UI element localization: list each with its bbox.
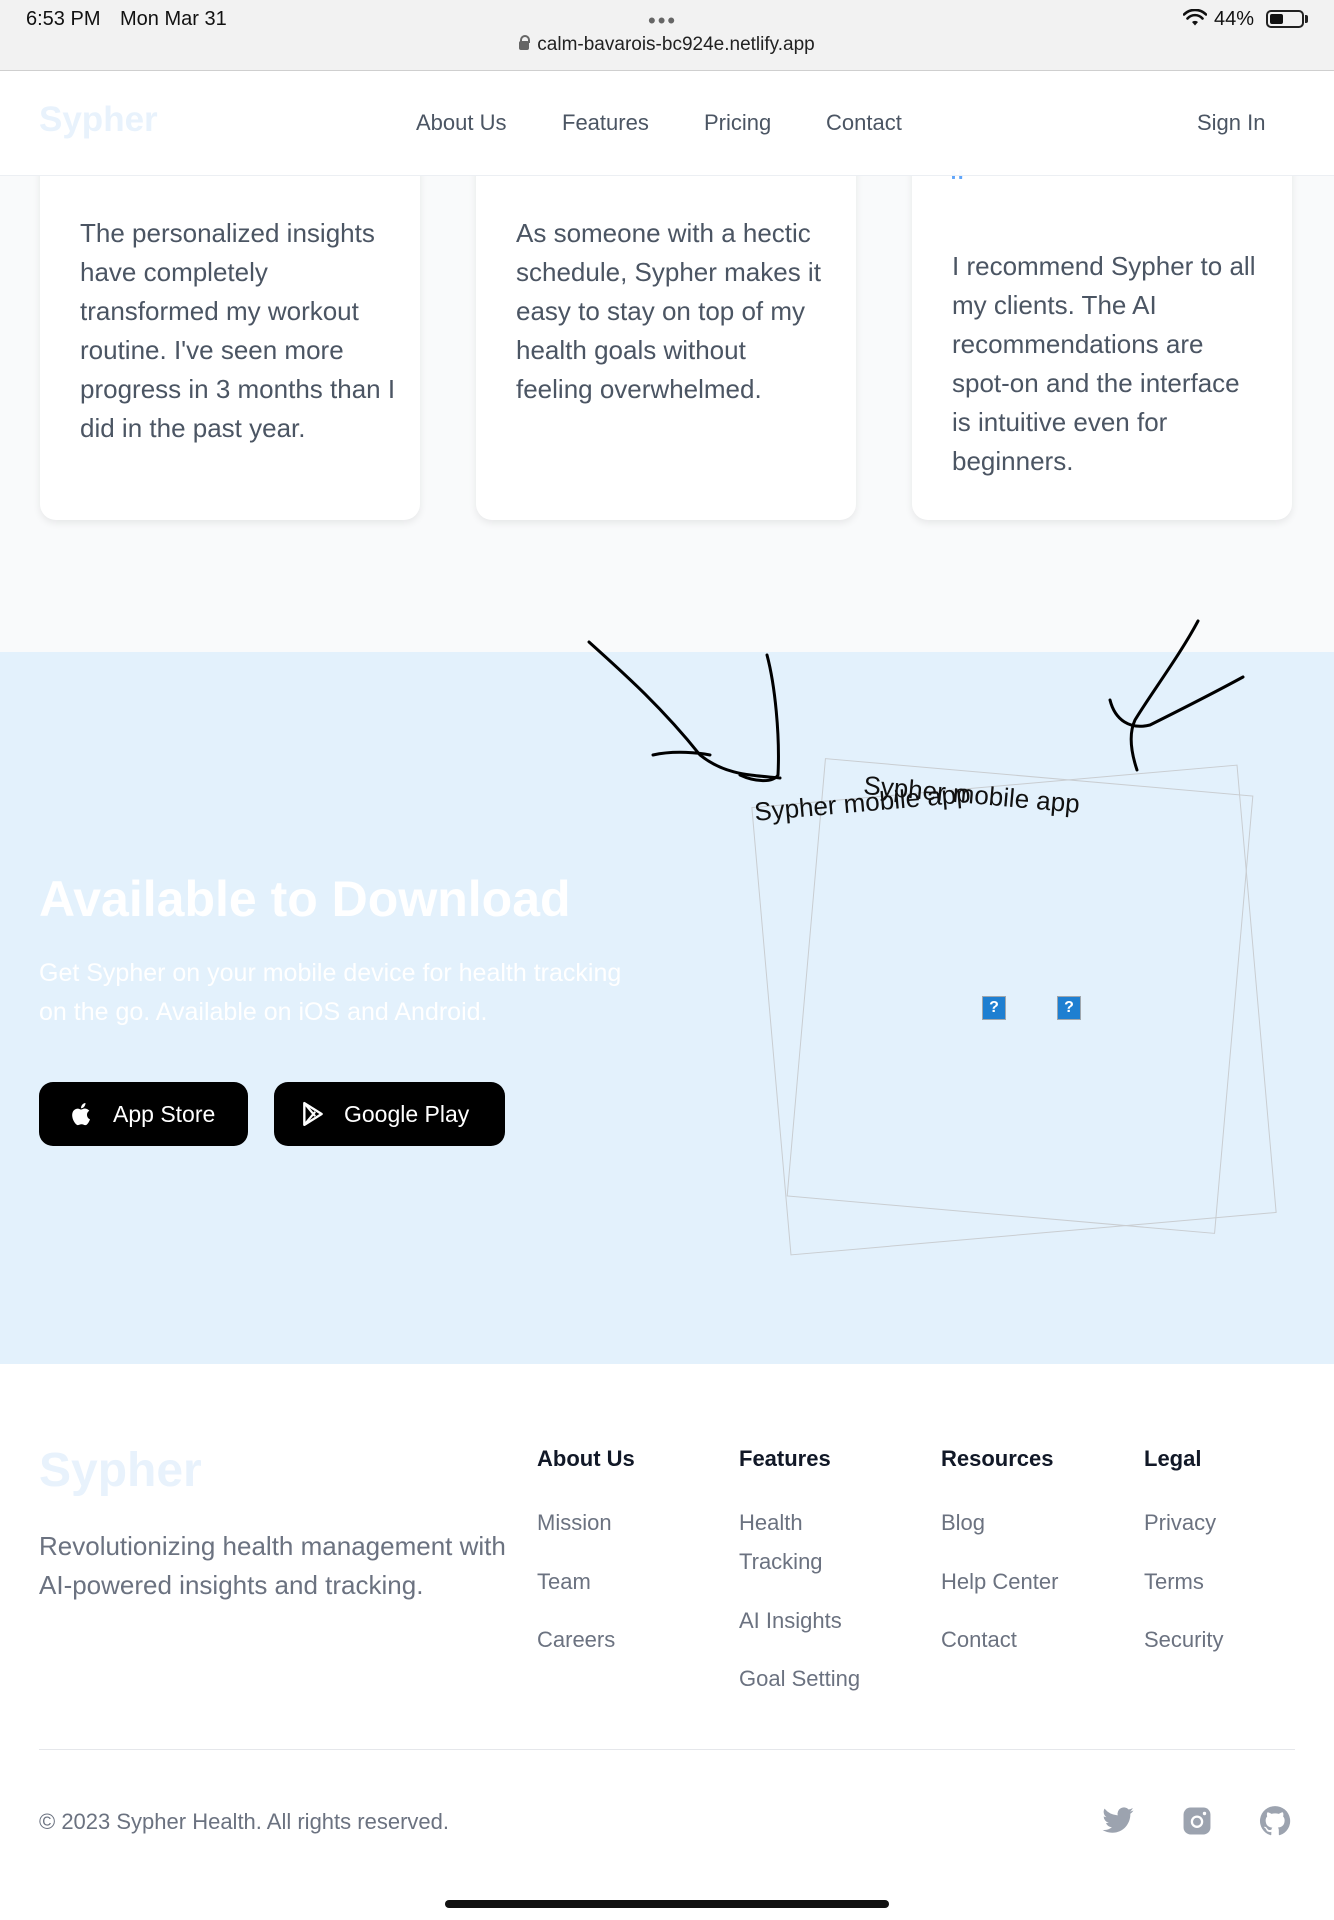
copyright-text: © 2023 Sypher Health. All rights reserve… xyxy=(39,1809,449,1834)
app-image-frame xyxy=(786,758,1254,1234)
footer-divider xyxy=(39,1749,1295,1750)
nav-link-about[interactable]: About Us xyxy=(416,110,507,136)
instagram-icon[interactable] xyxy=(1180,1804,1214,1838)
footer-link-ai-insights[interactable]: AI Insights xyxy=(739,1601,842,1640)
battery-tip xyxy=(1305,15,1308,23)
app-store-label: App Store xyxy=(113,1100,216,1127)
footer-link-terms[interactable]: Terms xyxy=(1144,1562,1204,1601)
footer-heading-about: About Us xyxy=(537,1446,635,1471)
download-description: Get Sypher on your mobile device for hea… xyxy=(39,959,622,1026)
url-text: calm-bavarois-bc924e.netlify.app xyxy=(537,34,815,55)
footer-heading-resources: Resources xyxy=(941,1446,1054,1471)
testimonial-text: I recommend Sypher to all my clients. Th… xyxy=(952,251,1256,476)
twitter-icon[interactable] xyxy=(1101,1804,1135,1838)
footer-link-team[interactable]: Team xyxy=(537,1562,591,1601)
address-bar[interactable]: calm-bavarois-bc924e.netlify.app xyxy=(0,34,1334,56)
app-store-button[interactable]: App Store xyxy=(39,1082,248,1146)
google-play-label: Google Play xyxy=(344,1100,470,1127)
apple-icon xyxy=(72,1103,91,1126)
multitasking-dots[interactable]: ••• xyxy=(648,8,677,34)
status-date: Mon Mar 31 xyxy=(120,8,227,30)
footer-link-security[interactable]: Security xyxy=(1144,1620,1223,1659)
brand-logo[interactable]: Sypher xyxy=(39,100,158,140)
footer-heading-features: Features xyxy=(739,1446,831,1471)
footer-tagline: Revolutionizing health management with A… xyxy=(39,1531,506,1600)
broken-image-icon: ? xyxy=(982,996,1006,1020)
lock-icon xyxy=(519,35,531,50)
footer-link-goal-setting[interactable]: Goal Setting xyxy=(739,1659,860,1698)
google-play-icon xyxy=(303,1101,323,1127)
hand-drawn-arrows xyxy=(587,619,1245,783)
download-title: Available to Download xyxy=(39,871,571,927)
status-time: 6:53 PM xyxy=(26,8,101,30)
home-indicator[interactable] xyxy=(445,1900,889,1908)
nav-link-contact[interactable]: Contact xyxy=(826,110,902,136)
footer-link-privacy[interactable]: Privacy xyxy=(1144,1503,1216,1542)
footer-link-contact[interactable]: Contact xyxy=(941,1620,1017,1659)
github-icon[interactable] xyxy=(1258,1804,1292,1838)
battery-icon xyxy=(1266,10,1304,28)
navbar xyxy=(0,71,1334,176)
wifi-icon xyxy=(1183,9,1207,26)
footer-heading-legal: Legal xyxy=(1144,1446,1202,1471)
battery-level xyxy=(1270,14,1284,24)
testimonial-text: As someone with a hectic schedule, Syphe… xyxy=(516,218,821,404)
nav-link-features[interactable]: Features xyxy=(562,110,649,136)
broken-image-icon: ? xyxy=(1057,996,1081,1020)
footer-link-help-center[interactable]: Help Center xyxy=(941,1562,1058,1601)
testimonial-text: The personalized insights have completel… xyxy=(80,218,396,443)
nav-link-pricing[interactable]: Pricing xyxy=(704,110,771,136)
footer-link-blog[interactable]: Blog xyxy=(941,1503,985,1542)
footer-link-careers[interactable]: Careers xyxy=(537,1620,615,1659)
footer-link-mission[interactable]: Mission xyxy=(537,1503,612,1542)
footer-brand[interactable]: Sypher xyxy=(39,1443,202,1498)
battery-percent: 44% xyxy=(1214,8,1255,30)
footer-link-health-tracking[interactable]: Health Tracking xyxy=(739,1503,849,1581)
google-play-button[interactable]: Google Play xyxy=(274,1082,505,1146)
sign-in-link[interactable]: Sign In xyxy=(1197,110,1266,136)
